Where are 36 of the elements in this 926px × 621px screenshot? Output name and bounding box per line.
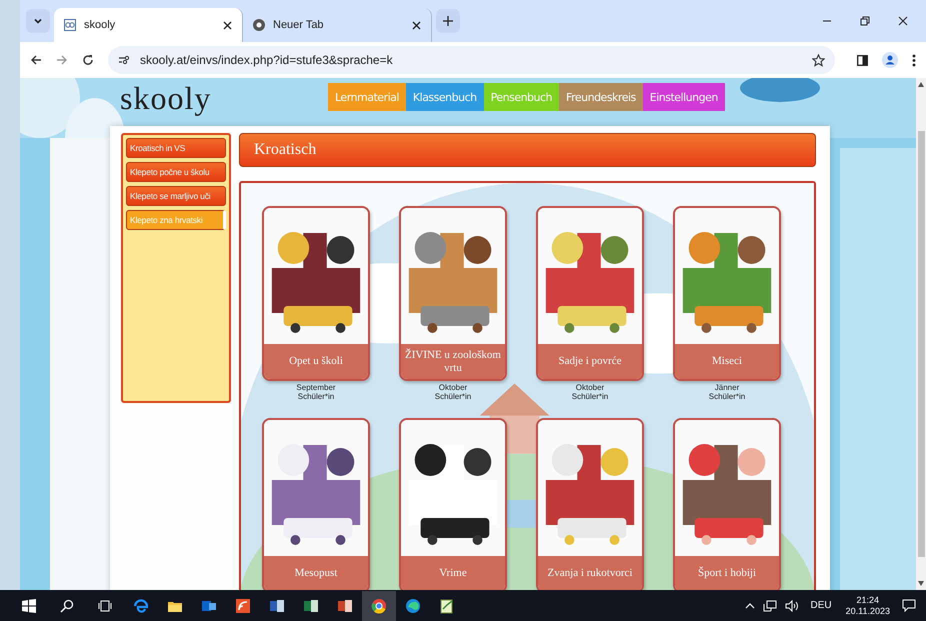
site-favicon[interactable] bbox=[64, 19, 76, 31]
browser-tab[interactable]: skooly bbox=[54, 8, 243, 42]
clock-time[interactable]: 21:24 bbox=[856, 594, 880, 606]
close-tab-icon[interactable] bbox=[412, 20, 421, 30]
scrollbar-thumb[interactable] bbox=[918, 131, 924, 557]
new-tab-button[interactable] bbox=[436, 9, 460, 33]
search-icon[interactable] bbox=[60, 598, 74, 612]
tab-list-button[interactable] bbox=[26, 9, 50, 33]
close-tab-icon[interactable] bbox=[223, 20, 232, 30]
language-indicator[interactable]: DEU bbox=[810, 600, 832, 611]
star-icon[interactable] bbox=[812, 54, 825, 66]
scroll-up-icon[interactable] bbox=[918, 82, 924, 87]
chevron-up-icon[interactable] bbox=[745, 602, 756, 609]
clock-date[interactable]: 20.11.2023 bbox=[846, 606, 890, 616]
caret-icon[interactable] bbox=[33, 16, 43, 26]
speaker-icon[interactable] bbox=[785, 600, 800, 612]
profile-icon[interactable] bbox=[882, 52, 898, 68]
url-text: skooly.at/einvs/index.php?id=stufe3&sprache=k bbox=[140, 53, 393, 67]
chrome-style-browser-icon[interactable] bbox=[362, 590, 396, 620]
scroll-down-icon[interactable] bbox=[918, 581, 924, 586]
close-icon[interactable] bbox=[898, 16, 908, 26]
restore-icon[interactable] bbox=[860, 16, 870, 26]
address-bar[interactable]: skooly.at/einvs/index.php?id=stufe3&sprache=k bbox=[108, 46, 835, 74]
site-info-icon[interactable] bbox=[118, 55, 130, 65]
notification-icon[interactable] bbox=[902, 599, 916, 612]
menu-icon[interactable] bbox=[912, 54, 916, 66]
side-panel-icon[interactable] bbox=[857, 54, 868, 66]
plus-icon[interactable] bbox=[442, 15, 454, 27]
browser-logo-icon[interactable] bbox=[253, 19, 265, 31]
back-icon[interactable] bbox=[30, 54, 42, 66]
task-view-icon[interactable] bbox=[98, 598, 112, 612]
network-icon[interactable] bbox=[763, 600, 778, 612]
windows-logo-icon[interactable] bbox=[22, 598, 36, 612]
reload-icon[interactable] bbox=[82, 54, 94, 66]
scrollbar[interactable] bbox=[916, 78, 926, 590]
forward-icon[interactable] bbox=[56, 54, 68, 66]
